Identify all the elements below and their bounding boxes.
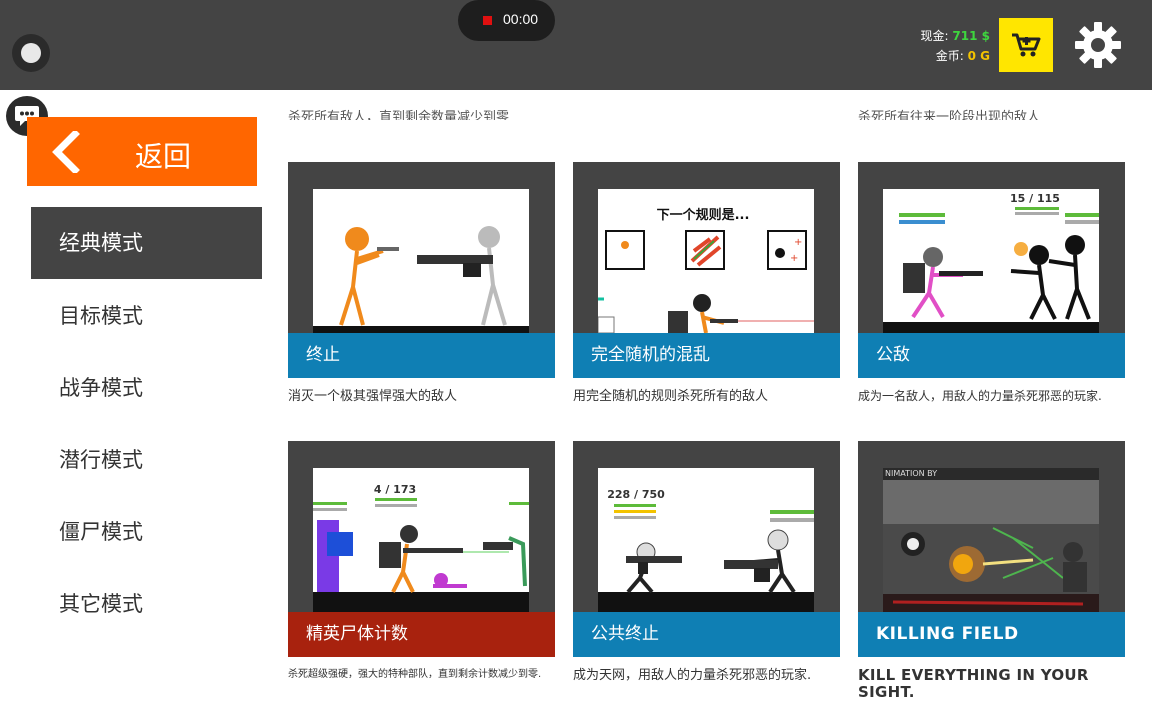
svg-text:+: + [790, 253, 798, 264]
mode-card-terminate[interactable]: 终止 [288, 162, 555, 378]
top-bar: 00:00 现金: 711 $ 金币: 0 G [0, 0, 1152, 90]
mode-card-killing-field[interactable]: NIMATION BY KILLING FIELD [858, 441, 1125, 657]
menu-item-zombie[interactable]: 僵尸模式 [31, 496, 262, 568]
currency-display: 现金: 711 $ 金币: 0 G [921, 26, 990, 66]
mode-title: KILLING FIELD [858, 612, 1125, 657]
svg-text:+: + [794, 237, 802, 248]
thumbnail-scene: NIMATION BY [883, 468, 1099, 612]
record-button[interactable] [12, 34, 50, 72]
cash-value: 711 $ [952, 29, 990, 43]
thumbnail-scene: 228 / 750 [598, 488, 814, 612]
mode-thumbnail: 4 / 173 [313, 468, 529, 612]
mode-title: 完全随机的混乱 [573, 333, 840, 378]
mode-description: 消灭一个极其强悍强大的敌人 [288, 389, 458, 404]
cash-label: 现金: [920, 29, 949, 43]
mode-thumbnail [313, 189, 529, 333]
mode-title: 终止 [288, 333, 555, 378]
thumbnail-scene: 15 / 115 [883, 192, 1099, 333]
shop-button[interactable] [999, 18, 1053, 72]
record-icon [21, 43, 41, 63]
menu-item-classic[interactable]: 经典模式 [31, 207, 262, 279]
thumbnail-scene: 4 / 173 [313, 483, 529, 612]
scene-text: 下一个规则是... [657, 207, 750, 223]
mode-card-public-terminate[interactable]: 228 / 750 公共终止 [573, 441, 840, 657]
mode-description: KILL EVERYTHING IN YOUR SIGHT. [858, 666, 1089, 701]
menu-item-target[interactable]: 目标模式 [31, 280, 262, 352]
mode-title: 精英尸体计数 [288, 612, 555, 657]
back-button[interactable]: 返回 [27, 117, 257, 186]
gold-label: 金币: [935, 49, 964, 63]
chevron-left-icon [52, 131, 80, 173]
mode-thumbnail: 下一个规则是... + + [598, 189, 814, 333]
thumbnail-scene: 下一个规则是... + + [598, 207, 814, 333]
mode-title: 公敌 [858, 333, 1125, 378]
mode-thumbnail: 15 / 115 [883, 189, 1099, 333]
cash-row: 现金: 711 $ [921, 26, 990, 46]
gold-value: 0 G [967, 49, 990, 63]
partial-description: 杀死所有往来一阶段出现的敌人 [858, 110, 1041, 120]
mode-card-elite-body-count[interactable]: 4 / 173 精英尸体计数 [288, 441, 555, 657]
cart-icon [1012, 33, 1041, 57]
scene-text: 15 / 115 [1010, 192, 1060, 205]
mode-description: 用完全随机的规则杀死所有的敌人 [573, 389, 769, 404]
mode-card-public-enemy[interactable]: 15 / 115 公敌 [858, 162, 1125, 378]
mode-description: 成为天网，用敌人的力量杀死邪恶的玩家. [573, 668, 812, 683]
mode-card-random-chaos[interactable]: 下一个规则是... + + 完全随机的混乱 [573, 162, 840, 378]
mode-title: 公共终止 [573, 612, 840, 657]
mode-description: 杀死超级强硬，强大的特种部队，直到剩余计数减少到零. [288, 669, 542, 680]
recording-time: 00:00 [503, 11, 539, 27]
thumbnail-scene [313, 226, 529, 333]
menu-item-war[interactable]: 战争模式 [31, 352, 262, 424]
partial-description: 杀死所有敌人，直到剩余数量减少到零 [288, 110, 510, 120]
mode-thumbnail: 228 / 750 [598, 468, 814, 612]
gear-icon[interactable] [1074, 21, 1122, 69]
scene-text: NIMATION BY [885, 469, 937, 478]
gold-row: 金币: 0 G [921, 46, 990, 66]
back-label: 返回 [135, 140, 192, 173]
scene-text: 4 / 173 [374, 483, 416, 496]
recording-timer[interactable]: 00:00 [458, 0, 555, 41]
mode-description: 成为一名敌人，用敌人的力量杀死邪恶的玩家. [858, 389, 1102, 403]
recording-indicator-icon [483, 16, 492, 25]
mode-thumbnail: NIMATION BY [883, 468, 1099, 612]
scene-text: 228 / 750 [607, 488, 665, 501]
menu-item-stealth[interactable]: 潜行模式 [31, 424, 262, 496]
menu-item-other[interactable]: 其它模式 [31, 568, 262, 640]
